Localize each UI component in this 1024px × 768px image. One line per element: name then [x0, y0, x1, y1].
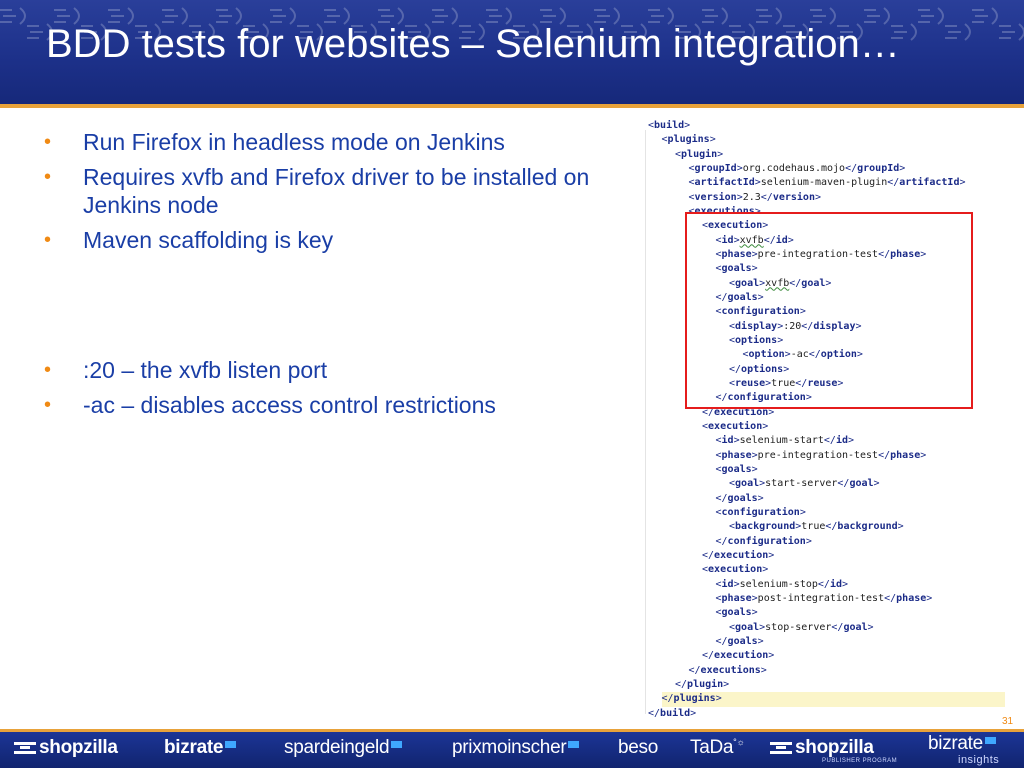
- page-number: 31: [1002, 716, 1014, 727]
- code-line: <artifactId>selenium-maven-plugin</artif…: [688, 177, 966, 189]
- code-line: <phase>post-integration-test</phase>: [715, 592, 933, 604]
- code-line: <id>selenium-start</id>: [715, 435, 855, 447]
- code-line: <plugin>: [675, 148, 724, 160]
- code-line: <version>2.3</version>: [688, 191, 822, 203]
- code-line: </goals>: [715, 635, 764, 647]
- code-line: <configuration>: [715, 506, 806, 518]
- prixmoinscher-logo: prixmoinscher: [452, 737, 580, 759]
- code-line: </goals>: [715, 492, 764, 504]
- code-line: </execution>: [702, 549, 775, 561]
- bullet-text: :20 – the xvfb listen port: [83, 357, 328, 383]
- shopzilla-mark-icon: [770, 741, 792, 754]
- prixmoinscher-flag-icon: [568, 741, 580, 748]
- shopzilla-mark-icon: [14, 741, 36, 754]
- bullet-text: -ac – disables access control restrictio…: [83, 392, 496, 418]
- bullet-item: • Run Firefox in headless mode on Jenkin…: [44, 128, 634, 156]
- bullet-text: Maven scaffolding is key: [83, 227, 334, 253]
- code-line: <id>selenium-stop</id>: [715, 578, 849, 590]
- tada-sparkle-icon: °☼: [733, 737, 745, 747]
- beso-logo: beso: [618, 737, 659, 758]
- code-line: <build>: [648, 120, 691, 131]
- bullet-text: Run Firefox in headless mode on Jenkins: [83, 129, 505, 155]
- bizrate-insights-flag-icon: [984, 737, 996, 744]
- xvfb-execution-highlight-box: [685, 212, 973, 409]
- publisher-program-label: PUBLISHER PROGRAM: [822, 758, 898, 764]
- bullet-item: • Maven scaffolding is key: [44, 226, 634, 254]
- code-line: <goals>: [715, 463, 758, 475]
- bullet-text: Requires xvfb and Firefox driver to be i…: [83, 164, 590, 218]
- bullet-item: • Requires xvfb and Firefox driver to be…: [44, 163, 634, 219]
- code-line: <execution>: [702, 564, 769, 576]
- code-line: <execution>: [702, 420, 769, 432]
- bullet-list-notes: • :20 – the xvfb listen port • -ac – dis…: [44, 356, 634, 426]
- insights-label: insights: [958, 754, 1000, 766]
- slide-title: BDD tests for websites – Selenium integr…: [46, 22, 900, 66]
- bullet-dot-icon: •: [44, 131, 52, 153]
- tada-logo: TaDa°☼: [690, 737, 745, 758]
- spardeingeld-logo: spardeingeld: [284, 737, 403, 759]
- bullet-dot-icon: •: [44, 394, 52, 416]
- code-line: </executions>: [688, 664, 767, 676]
- code-line: </build>: [648, 707, 697, 719]
- bizrate-logo: bizrate: [164, 737, 237, 759]
- footer-logo-bar: shopzilla bizrate spardeingeld prixmoins…: [0, 732, 1024, 768]
- bullet-item: • -ac – disables access control restrict…: [44, 391, 634, 419]
- code-line: </plugin>: [675, 678, 730, 690]
- code-line: </plugins>: [661, 692, 1005, 707]
- spardeingeld-flag-icon: [391, 741, 403, 748]
- code-line: <goals>: [715, 607, 758, 619]
- shopzilla-publisher-logo: shopzilla: [770, 737, 874, 759]
- code-line: <phase>pre-integration-test</phase>: [715, 449, 927, 461]
- code-indent-guide: [645, 130, 646, 714]
- code-line: </execution>: [702, 650, 775, 662]
- bizrate-insights-logo: bizrate: [928, 733, 996, 755]
- code-line: </configuration>: [715, 535, 812, 547]
- slide-header: BDD tests for websites – Selenium integr…: [0, 0, 1024, 104]
- code-line: <goal>start-server</goal>: [729, 478, 880, 490]
- bullet-dot-icon: •: [44, 229, 52, 251]
- code-line: <goal>stop-server</goal>: [729, 621, 874, 633]
- bullet-dot-icon: •: [44, 166, 52, 188]
- bullet-list-main: • Run Firefox in headless mode on Jenkin…: [44, 128, 634, 261]
- code-line: <background>true</background>: [729, 521, 904, 533]
- code-line: <plugins>: [661, 134, 716, 146]
- bizrate-flag-icon: [225, 741, 237, 748]
- bullet-item: • :20 – the xvfb listen port: [44, 356, 634, 384]
- header-divider: [0, 104, 1024, 108]
- bullet-dot-icon: •: [44, 359, 52, 381]
- code-line: <groupId>org.codehaus.mojo</groupId>: [688, 162, 906, 174]
- shopzilla-logo: shopzilla: [14, 737, 118, 759]
